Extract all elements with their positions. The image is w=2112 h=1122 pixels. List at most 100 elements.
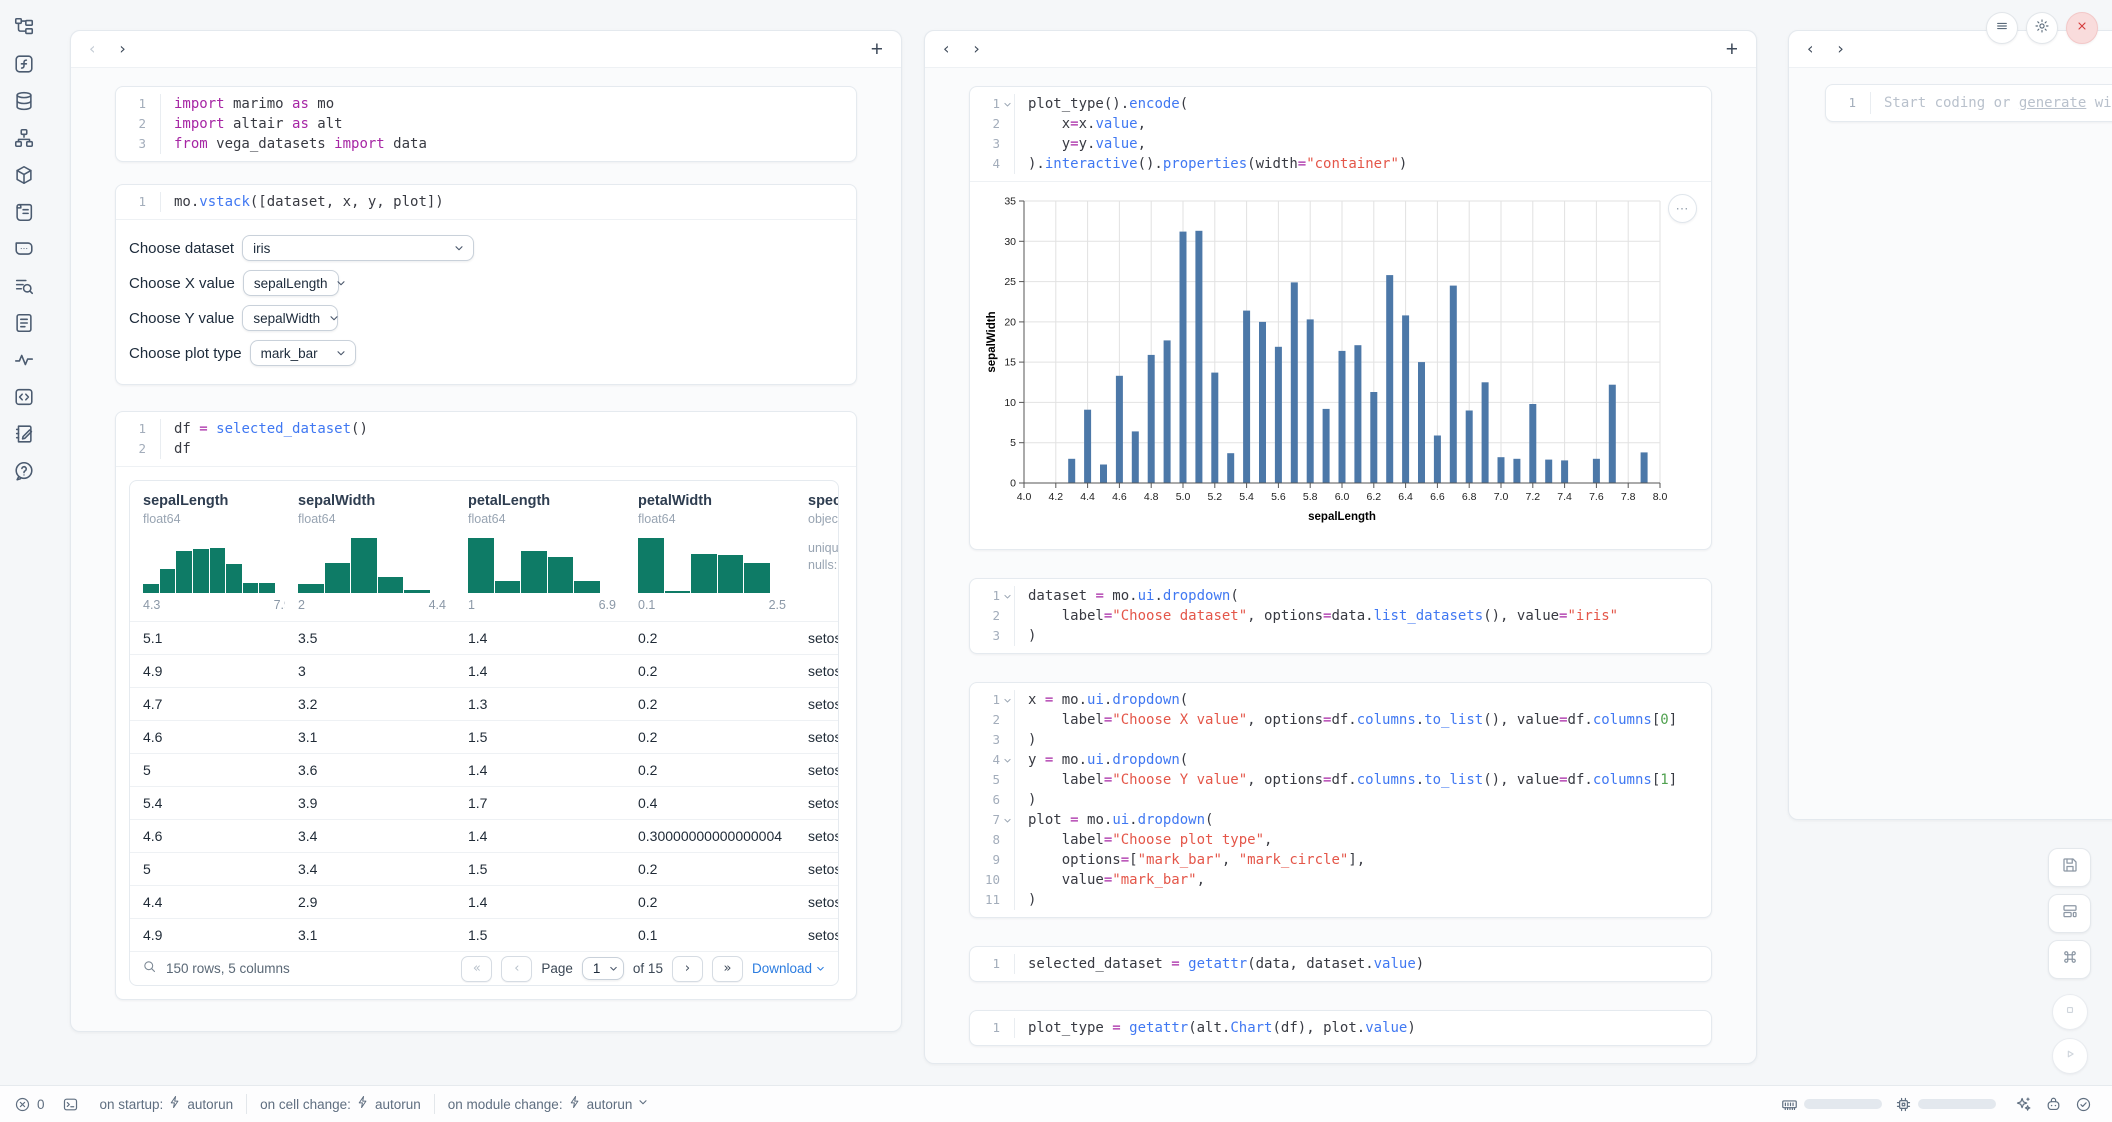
table-header-row: sepalLengthfloat644.37.9sepalWidthfloat6… [130, 481, 838, 621]
menu-button[interactable] [1986, 12, 2018, 44]
add-cell-button[interactable]: + [1726, 39, 1738, 60]
fold-chevron-icon[interactable] [1000, 590, 1014, 602]
errors-indicator-icon[interactable] [14, 1096, 31, 1113]
column-header-sepalLength[interactable]: sepalLengthfloat644.37.9 [130, 493, 285, 621]
rail-button-package[interactable] [13, 166, 35, 188]
table-row[interactable]: 4.73.21.30.2setosa [130, 687, 838, 720]
column-name: petalLength [468, 493, 625, 509]
column-next-button[interactable]: › [1837, 41, 1843, 57]
code-cell-dataframe[interactable]: 1df = selected_dataset()2df sepalLengthfl… [115, 411, 857, 1000]
code-editor[interactable]: 1plot_type().encode(2 x=x.value,3 y=y.va… [970, 87, 1711, 181]
table-row[interactable]: 5.13.51.40.2setosa [130, 621, 838, 654]
table-row[interactable]: 4.93.11.50.1setosa [130, 918, 838, 951]
code-editor[interactable]: 1import marimo as mo2import altair as al… [116, 87, 856, 161]
column-header-petalWidth[interactable]: petalWidthfloat640.12.5 [625, 493, 795, 621]
rail-button-function[interactable] [13, 55, 35, 77]
save-button[interactable] [2048, 848, 2091, 887]
code-editor-placeholder[interactable]: Start coding or generate with [1871, 92, 2112, 114]
rail-button-dependency-graph[interactable] [13, 129, 35, 151]
rail-button-help[interactable] [13, 462, 35, 484]
code-editor[interactable]: 1selected_dataset = getattr(data, datase… [970, 947, 1711, 981]
dropdown-select-choose-dataset[interactable]: iris [242, 235, 474, 261]
table-row[interactable]: 53.41.50.2setosa [130, 852, 838, 885]
dropdown-select-choose-y-value[interactable]: sepalWidth [242, 305, 338, 331]
first-page-button[interactable]: « [461, 956, 492, 982]
page-select[interactable]: 1 [582, 957, 624, 980]
code-cell-plot[interactable]: 1plot_type().encode(2 x=x.value,3 y=y.va… [969, 86, 1712, 550]
settings-button[interactable] [2026, 12, 2058, 44]
histogram-bar [243, 583, 259, 593]
download-button[interactable]: Download [752, 961, 826, 976]
code-cell-imports[interactable]: 1import marimo as mo2import altair as al… [115, 86, 857, 162]
ai-sparkles-icon[interactable] [2015, 1096, 2032, 1113]
histogram-bar [176, 551, 192, 593]
code-editor[interactable]: 1mo.vstack([dataset, x, y, plot]) [116, 185, 856, 219]
close-button[interactable] [2066, 12, 2098, 44]
code-line: 1mo.vstack([dataset, x, y, plot]) [116, 192, 856, 212]
prev-page-button[interactable]: ‹ [501, 956, 532, 982]
rail-button-activity[interactable] [13, 351, 35, 373]
table-row[interactable]: 5.43.91.70.4setosa [130, 786, 838, 819]
code-cell-plot-type[interactable]: 1plot_type = getattr(alt.Chart(df), plot… [969, 1010, 1712, 1046]
rail-button-file-tree[interactable] [13, 18, 35, 40]
table-row[interactable]: 53.61.40.2setosa [130, 753, 838, 786]
column-header-petalLength[interactable]: petalLengthfloat6416.9 [455, 493, 625, 621]
column-name: species [808, 493, 838, 509]
code-editor[interactable]: 1df = selected_dataset()2df [116, 412, 856, 466]
table-row[interactable]: 4.931.40.2setosa [130, 654, 838, 687]
rail-button-database[interactable] [13, 92, 35, 114]
last-page-button[interactable]: » [712, 956, 743, 982]
ai-assistant-icon[interactable] [2045, 1096, 2062, 1113]
next-page-button[interactable]: › [672, 956, 703, 982]
table-cell: 3.1 [285, 729, 455, 745]
code-editor[interactable]: 1x = mo.ui.dropdown(2 label="Choose X va… [970, 683, 1711, 917]
fold-chevron-icon[interactable] [1000, 694, 1014, 706]
column-header-sepalWidth[interactable]: sepalWidthfloat6424.4 [285, 493, 455, 621]
runtime-config-1[interactable]: on cell change:autorun [260, 1095, 421, 1114]
search-icon[interactable] [142, 959, 157, 979]
rail-button-code-snippet[interactable] [13, 388, 35, 410]
connection-status-icon[interactable] [2075, 1096, 2092, 1113]
table-row[interactable]: 4.63.11.50.2setosa [130, 720, 838, 753]
table-row[interactable]: 4.63.41.40.30000000000000004setosa [130, 819, 838, 852]
column-prev-button[interactable]: ‹ [89, 41, 95, 57]
rail-button-notebook-edit[interactable] [13, 425, 35, 447]
bar-chart[interactable]: 4.04.24.44.64.85.05.25.45.65.86.06.26.46… [984, 193, 1684, 533]
code-editor[interactable]: 1plot_type = getattr(alt.Chart(df), plot… [970, 1011, 1711, 1045]
code-editor[interactable]: 1dataset = mo.ui.dropdown(2 label="Choos… [970, 579, 1711, 653]
code-cell-xyplot-dropdowns[interactable]: 1x = mo.ui.dropdown(2 label="Choose X va… [969, 682, 1712, 918]
runtime-config-2[interactable]: on module change:autorun [448, 1095, 650, 1114]
fold-chevron-icon[interactable] [1000, 98, 1014, 110]
code-line: 1plot_type().encode( [970, 94, 1711, 114]
table-row[interactable]: 4.42.91.40.2setosa [130, 885, 838, 918]
column-prev-button[interactable]: ‹ [943, 41, 949, 57]
column-next-button[interactable]: › [119, 41, 125, 57]
add-cell-button[interactable]: + [871, 39, 883, 60]
code-cell-dataset-dropdown[interactable]: 1dataset = mo.ui.dropdown(2 label="Choos… [969, 578, 1712, 654]
empty-code-cell[interactable]: 1 Start coding or generate with [1825, 84, 2112, 122]
play-button[interactable] [2052, 1038, 2088, 1074]
rail-button-document[interactable] [13, 314, 35, 336]
rail-button-chat-bot[interactable] [13, 240, 35, 262]
generate-with-ai-link[interactable]: generate [2019, 95, 2086, 111]
stop-button[interactable] [2052, 994, 2088, 1030]
dropdown-select-choose-plot-type[interactable]: mark_bar [250, 340, 356, 366]
rail-button-scroll[interactable] [13, 203, 35, 225]
column-header-species[interactable]: speciesobjectuniquenulls: [795, 493, 838, 621]
layout-button[interactable] [2048, 894, 2091, 933]
command-button[interactable] [2048, 940, 2091, 979]
code-line: 8 label="Choose plot type", [970, 830, 1711, 850]
column-next-button[interactable]: › [973, 41, 979, 57]
fold-chevron-icon[interactable] [1000, 754, 1014, 766]
rail-button-search-list[interactable] [13, 277, 35, 299]
notebook-edit-icon [13, 423, 35, 450]
code-cell-vstack[interactable]: 1mo.vstack([dataset, x, y, plot])Choose … [115, 184, 857, 385]
code-cell-selected-dataset[interactable]: 1selected_dataset = getattr(data, datase… [969, 946, 1712, 982]
column-prev-button[interactable]: ‹ [1807, 41, 1813, 57]
terminal-icon[interactable] [62, 1096, 79, 1113]
code-line: 3) [970, 730, 1711, 750]
dropdown-select-choose-x-value[interactable]: sepalLength [243, 270, 339, 296]
fold-chevron-icon[interactable] [1000, 814, 1014, 826]
chart-actions-button[interactable]: ⋯ [1668, 194, 1697, 223]
runtime-config-0[interactable]: on startup:autorun [100, 1095, 234, 1114]
